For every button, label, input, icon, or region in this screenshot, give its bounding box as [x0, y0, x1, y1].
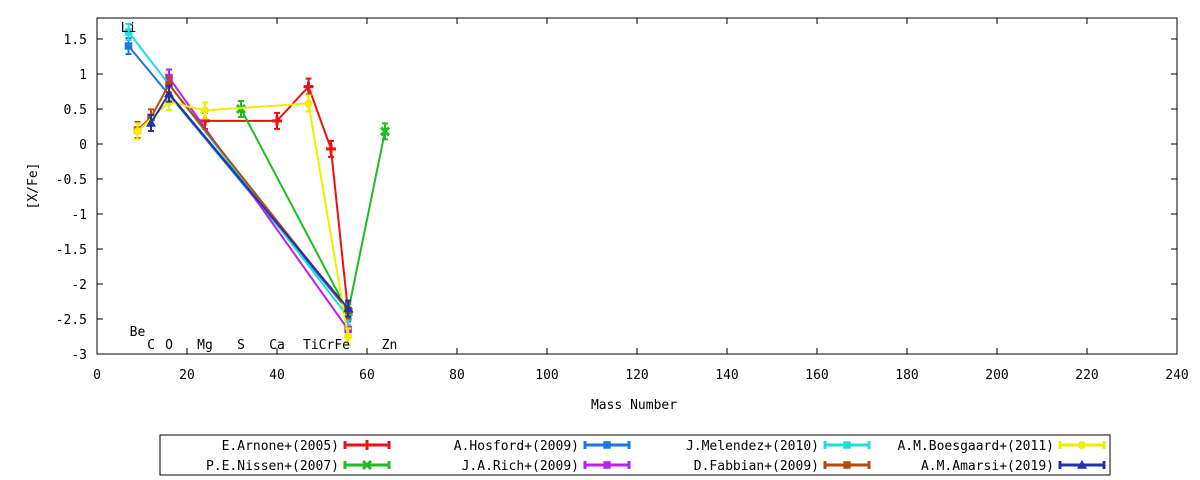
x-tick-label: 40: [269, 368, 285, 383]
x-tick-label: 0: [93, 368, 101, 383]
y-tick-label: 0.5: [64, 103, 87, 118]
y-tick-label: 1.5: [64, 33, 87, 48]
x-tick-label: 20: [179, 368, 195, 383]
series-5: [124, 23, 352, 326]
y-tick-label: -3: [71, 348, 87, 363]
y-tick-label: -1: [71, 208, 87, 223]
element-label: Ca: [269, 338, 285, 353]
element-label: S: [237, 338, 245, 353]
series-1: [200, 77, 354, 321]
element-label: Be: [130, 325, 146, 340]
legend-label: E.Arnone+(2005): [222, 439, 339, 454]
legend-label: P.E.Nissen+(2007): [206, 459, 339, 474]
element-label: TiCrFe: [303, 338, 350, 353]
data-point: [379, 122, 391, 141]
element-label: O: [165, 338, 173, 353]
y-axis-title: [X/Fe]: [26, 163, 41, 210]
element-labels: Li BeC O Mg S Ca TiCrFe Zn: [121, 21, 398, 353]
data-point: [272, 111, 282, 130]
y-tick-label: -1.5: [56, 243, 87, 258]
legend-label: A.M.Boesgaard+(2011): [897, 439, 1054, 454]
element-label: C: [147, 338, 155, 353]
x-tick-label: 160: [805, 368, 828, 383]
x-tick-label: 220: [1075, 368, 1098, 383]
x-tick-label: 60: [359, 368, 375, 383]
x-tick-label: 100: [535, 368, 558, 383]
data-point: [201, 101, 209, 120]
x-tick-label: 180: [895, 368, 918, 383]
legend-label: A.M.Amarsi+(2019): [921, 459, 1054, 474]
y-tick-label: -2.5: [56, 313, 87, 328]
series-line: [136, 100, 350, 337]
x-axis-title: Mass Number: [591, 398, 677, 413]
x-tick-label: 80: [449, 368, 465, 383]
data-point: [303, 77, 314, 96]
y-tick-label: -2: [71, 278, 87, 293]
series-line: [127, 31, 349, 318]
data-point: [304, 94, 313, 113]
y-tick-label: 0: [79, 138, 87, 153]
data-point: [326, 139, 336, 158]
legend-label: J.A.Rich+(2009): [462, 459, 579, 474]
series-4: [165, 68, 352, 339]
element-label: Zn: [382, 338, 398, 353]
legend-label: D.Fabbian+(2009): [694, 459, 819, 474]
legend-label: A.Hosford+(2009): [454, 439, 579, 454]
axis-ticks: 0 20 40 60 80 100 120 140 160 180 200 220 240 -3 -2.5 -…: [56, 18, 1189, 383]
y-tick-label: -0.5: [56, 173, 87, 188]
series-7: [133, 93, 353, 346]
element-label: Mg: [197, 338, 213, 353]
series-layer: [124, 23, 391, 346]
plot-frame: [96, 17, 1178, 355]
x-tick-label: 120: [625, 368, 648, 383]
element-label: Li: [121, 21, 137, 36]
y-tick-label: 1: [79, 68, 87, 83]
x-tick-label: 200: [985, 368, 1008, 383]
chart: 0 20 40 60 80 100 120 140 160 180 200 220 240 -3 -2.5 -…: [26, 17, 1189, 476]
x-tick-label: 240: [1165, 368, 1188, 383]
legend-label: J.Melendez+(2010): [686, 439, 819, 454]
x-tick-label: 140: [715, 368, 738, 383]
series-line: [168, 76, 349, 331]
